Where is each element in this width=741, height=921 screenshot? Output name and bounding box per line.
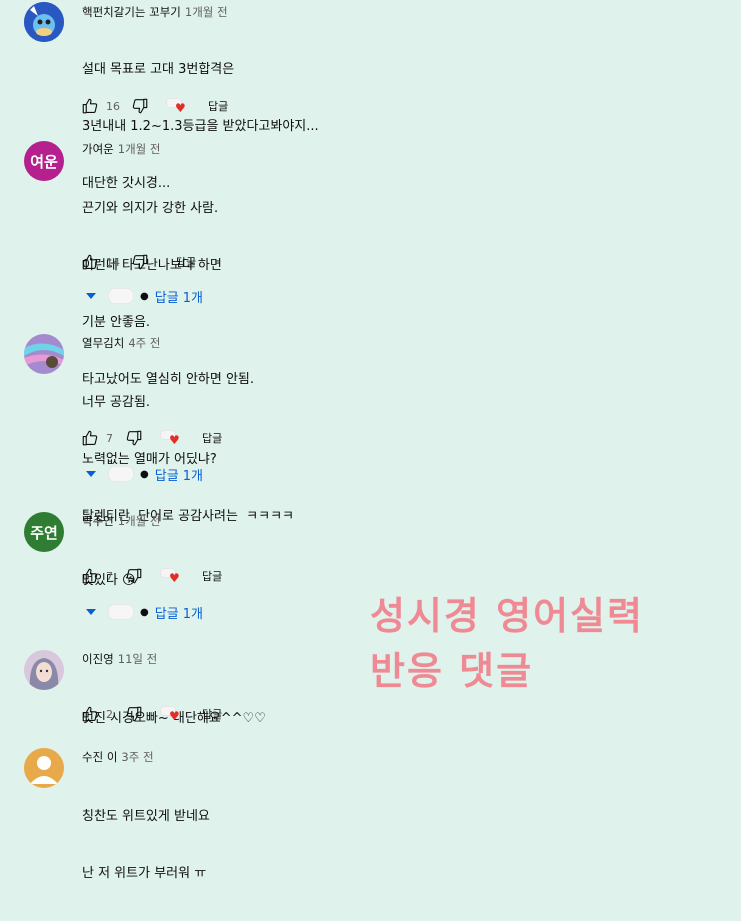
comment-line: 3년내내 1.2~1.3등급을 받았다고봐야지... — [82, 119, 319, 134]
comment-time[interactable]: 1개월 전 — [118, 514, 161, 528]
squirtle-avatar-icon — [24, 2, 64, 42]
creator-heart-badge: ♥ — [166, 96, 188, 116]
reply-button[interactable]: 답글 — [202, 568, 222, 584]
like-button[interactable] — [80, 428, 100, 448]
comment-line: 칭찬도 위트있게 받네요 — [82, 809, 210, 824]
heart-icon: ♥ — [169, 709, 180, 723]
thumbs-down-icon — [126, 706, 142, 722]
heart-icon: ♥ — [175, 101, 186, 115]
separator-dot: ● — [140, 468, 149, 480]
thumbs-down-icon — [132, 98, 148, 114]
creator-heart-badge: ♥ — [160, 428, 182, 448]
comment-line: 난 저 위트가 부러워 ㅠ — [82, 866, 207, 881]
comment-line: 끈기와 의지가 강한 사람. — [82, 201, 219, 216]
comment-author[interactable]: 가여운 — [82, 142, 114, 156]
thumbs-up-icon — [82, 706, 98, 722]
view-replies-button[interactable]: ● 답글 1개 — [86, 285, 203, 307]
avatar[interactable]: 주연 — [24, 512, 64, 552]
caret-down-icon — [86, 293, 96, 299]
heart-icon: ♥ — [169, 571, 180, 585]
avatar[interactable] — [24, 334, 64, 374]
avatar[interactable] — [24, 748, 64, 788]
comment-time[interactable]: 1개월 전 — [185, 5, 228, 19]
comment-line: 설대 목표로 고대 3번합격은 — [82, 62, 235, 77]
reply-button[interactable]: 답글 — [202, 430, 222, 446]
reply-button[interactable]: 답글 — [208, 98, 228, 114]
photo-avatar-icon — [24, 334, 64, 374]
comment-time[interactable]: 11일 전 — [118, 652, 157, 666]
creator-heart-badge: ♥ — [160, 566, 182, 586]
comment-author-line: 가여운 1개월 전 — [82, 141, 160, 157]
comment-author[interactable]: 박주연 — [82, 514, 114, 528]
comment-actions: 16 ♥ 답글 — [80, 94, 228, 118]
like-button[interactable] — [80, 96, 100, 116]
separator-dot: ● — [140, 290, 149, 302]
replies-count: 답글 1개 — [154, 468, 204, 484]
separator-dot: ● — [140, 606, 149, 618]
comment-author-line: 수진 이 3주 전 — [82, 749, 154, 765]
avatar[interactable]: 여운 — [24, 141, 64, 181]
comment-author-line: 박주연 1개월 전 — [82, 513, 160, 529]
caret-down-icon — [86, 471, 96, 477]
dislike-button[interactable] — [130, 96, 150, 116]
overlay-caption-line2: 반응 댓글 — [370, 649, 534, 693]
comment-author[interactable]: 핵펀치갈기는 꼬부기 — [82, 5, 181, 19]
like-button[interactable] — [80, 704, 100, 724]
like-button[interactable] — [80, 252, 100, 272]
thumbs-up-icon — [82, 568, 98, 584]
photo-avatar-icon — [24, 650, 64, 690]
comment-author-line: 이진영 11일 전 — [82, 651, 157, 667]
like-count: 2 — [106, 707, 113, 721]
thumbs-down-icon — [126, 430, 142, 446]
comment-author[interactable]: 수진 이 — [82, 750, 117, 764]
comment-actions: 14 답글 — [80, 250, 196, 274]
comment-actions: 2 ♥ 답글 — [80, 702, 222, 726]
view-replies-button[interactable]: ● 답글 1개 — [86, 601, 203, 623]
comment-author[interactable]: 열무김치 — [82, 336, 124, 350]
thumbs-up-icon — [82, 254, 98, 270]
dislike-button[interactable] — [130, 252, 150, 272]
thumbs-up-icon — [82, 430, 98, 446]
view-replies-button[interactable]: ● 답글 1개 — [86, 463, 203, 485]
dislike-button[interactable] — [124, 566, 144, 586]
comment-time[interactable]: 3주 전 — [121, 750, 153, 764]
default-user-icon — [30, 756, 58, 784]
like-count: 14 — [106, 255, 120, 269]
dislike-button[interactable] — [124, 704, 144, 724]
thumbs-down-icon — [126, 568, 142, 584]
like-count: 7 — [106, 569, 113, 583]
comment-author-line: 열무김치 4주 전 — [82, 335, 160, 351]
comment-author[interactable]: 이진영 — [82, 652, 114, 666]
like-count: 7 — [106, 431, 113, 445]
replies-count: 답글 1개 — [154, 606, 204, 622]
comment-time[interactable]: 1개월 전 — [118, 142, 161, 156]
creator-avatar-mini — [108, 288, 134, 304]
like-button[interactable] — [80, 566, 100, 586]
thumbs-up-icon — [82, 98, 98, 114]
comment-time[interactable]: 4주 전 — [128, 336, 160, 350]
replies-count: 답글 1개 — [154, 290, 204, 306]
like-count: 16 — [106, 99, 120, 113]
thumbs-down-icon — [132, 254, 148, 270]
comment-line: 기분 안좋음. — [82, 315, 151, 330]
heart-icon: ♥ — [169, 433, 180, 447]
dislike-button[interactable] — [124, 428, 144, 448]
comment-line: 너무 공감됨. — [82, 395, 151, 410]
creator-heart-badge: ♥ — [160, 704, 182, 724]
avatar[interactable] — [24, 650, 64, 690]
comment-actions: 7 ♥ 답글 — [80, 564, 222, 588]
comment-author-line: 핵펀치갈기는 꼬부기 1개월 전 — [82, 4, 228, 20]
comment-text: 칭찬도 위트있게 받네요 난 저 위트가 부러워 ㅠ — [82, 769, 210, 921]
reply-button[interactable]: 답글 — [176, 254, 196, 270]
comment-actions: 7 ♥ 답글 — [80, 426, 222, 450]
avatar[interactable] — [24, 2, 64, 42]
reply-button[interactable]: 답글 — [202, 706, 222, 722]
creator-avatar-mini — [108, 466, 134, 482]
overlay-caption-line1: 성시경 영어실력 — [370, 594, 644, 638]
creator-avatar-mini — [108, 604, 134, 620]
caret-down-icon — [86, 609, 96, 615]
